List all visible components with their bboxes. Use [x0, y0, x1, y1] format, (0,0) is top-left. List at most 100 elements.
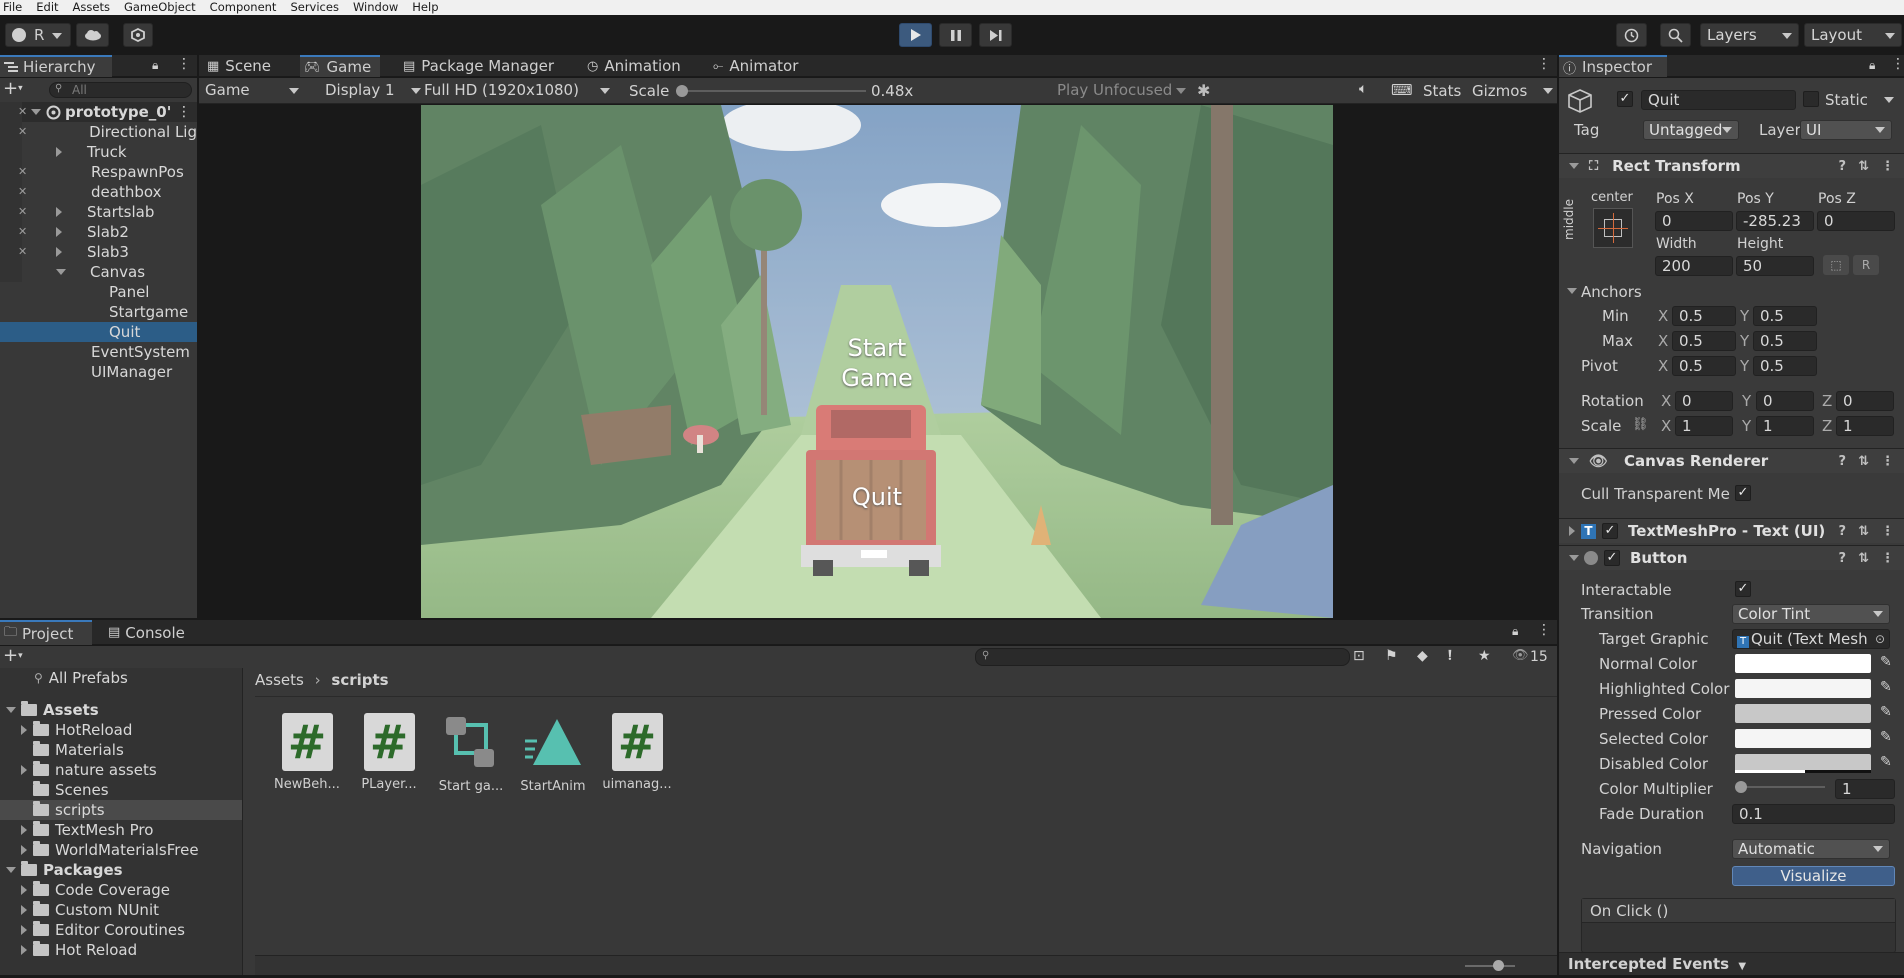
posy-input[interactable]: -285.23 — [1736, 211, 1814, 231]
create-asset-button[interactable]: +▾ — [3, 647, 23, 665]
tree-item-textmesh-pro[interactable]: TextMesh Pro — [0, 820, 242, 840]
lock-icon[interactable]: 🔒︎ — [152, 58, 158, 73]
asset-player[interactable]: # PLayer... — [353, 713, 425, 792]
tree-item-worldmaterialsfree[interactable]: WorldMaterialsFree — [0, 840, 242, 860]
tab-inspector[interactable]: ⓘ Inspector — [1559, 55, 1667, 77]
scale-z-input[interactable]: 1 — [1836, 416, 1894, 436]
pivot-x-input[interactable]: 0.5 — [1672, 356, 1736, 376]
tab-game[interactable]: 🎮︎ Game — [300, 55, 380, 77]
keyboard-icon[interactable]: ⌨ — [1391, 81, 1413, 99]
pressed-color-swatch[interactable] — [1735, 704, 1871, 723]
blueprint-mode-button[interactable]: ⬚ — [1823, 255, 1849, 275]
hierarchy-item-deathbox[interactable]: deathbox — [0, 182, 197, 202]
help-icon[interactable]: ? — [1839, 454, 1847, 469]
anchor-min-y-input[interactable]: 0.5 — [1753, 306, 1817, 326]
visibility-icon[interactable]: ✕ — [18, 105, 27, 118]
eyedropper-icon[interactable]: ✎ — [1880, 654, 1892, 670]
visibility-icon[interactable]: ✕ — [18, 205, 27, 218]
play-focus-dropdown[interactable]: Play Unfocused — [1057, 81, 1188, 101]
tree-item-packages[interactable]: Packages — [0, 860, 242, 880]
scale-slider-thumb[interactable] — [676, 85, 688, 97]
tree-item-editor-coroutines[interactable]: Editor Coroutines — [0, 920, 242, 940]
visibility-icon[interactable]: ✕ — [18, 185, 27, 198]
width-input[interactable]: 200 — [1655, 256, 1733, 276]
lock-icon[interactable]: 🔒︎ — [1869, 58, 1875, 73]
constrain-proportions-icon[interactable]: ⛓ — [1632, 417, 1649, 432]
filter-icon[interactable]: ⚑ — [1385, 648, 1398, 664]
mute-audio-icon[interactable]: 🔈︎ — [1359, 81, 1367, 97]
anchor-min-x-input[interactable]: 0.5 — [1672, 306, 1736, 326]
preset-icon[interactable]: ⇅ — [1858, 159, 1869, 174]
tab-console[interactable]: ▤ Console — [104, 620, 196, 645]
preset-icon[interactable]: ⇅ — [1858, 454, 1869, 469]
kebab-menu-icon[interactable]: ⋮ — [1881, 159, 1894, 174]
tab-package-manager[interactable]: ▤ Package Manager — [399, 55, 561, 77]
scale-slider[interactable] — [676, 85, 866, 97]
history-button[interactable] — [1616, 23, 1647, 47]
tab-project[interactable]: 🗀︎ Project — [0, 620, 92, 645]
eyedropper-icon[interactable]: ✎ — [1880, 704, 1892, 720]
intercepted-events-bar[interactable]: Intercepted Events ▼ — [1559, 952, 1904, 975]
navigation-dropdown[interactable]: Automatic — [1732, 839, 1890, 859]
search-button[interactable] — [1660, 23, 1691, 47]
highlighted-color-swatch[interactable] — [1735, 679, 1871, 698]
chevron-down-icon[interactable] — [1543, 88, 1553, 94]
anchor-preset-button[interactable] — [1593, 208, 1633, 248]
preset-icon[interactable]: ⇅ — [1858, 551, 1869, 566]
normal-color-swatch[interactable] — [1735, 654, 1871, 673]
hierarchy-item-slab3[interactable]: Slab3 — [0, 242, 197, 262]
menu-services[interactable]: Services — [290, 0, 339, 15]
eye-icon[interactable]: 👁︎ — [1512, 648, 1529, 663]
layer-dropdown[interactable]: UI — [1800, 120, 1892, 140]
hierarchy-search-input[interactable]: ⚲ All — [49, 82, 192, 98]
interactable-checkbox[interactable]: ✓ — [1735, 581, 1751, 597]
play-button[interactable] — [899, 23, 932, 47]
lock-icon[interactable]: 🔒︎ — [1512, 624, 1518, 639]
collab-button[interactable] — [123, 23, 153, 47]
search-by-type-icon[interactable]: ⊡ — [1353, 648, 1365, 664]
slider-thumb[interactable] — [1735, 781, 1747, 793]
tree-item-scenes[interactable]: Scenes — [0, 780, 242, 800]
menu-file[interactable]: File — [3, 0, 22, 15]
visibility-icon[interactable]: ✕ — [18, 245, 27, 258]
hierarchy-scene-row[interactable]: prototype_0' ⋮ — [0, 102, 197, 122]
kebab-menu-icon[interactable]: ⋮ — [1881, 524, 1894, 539]
onclick-header[interactable]: On Click () — [1582, 899, 1895, 923]
resolution-dropdown[interactable]: Full HD (1920x1080) — [424, 81, 616, 101]
kebab-menu-icon[interactable]: ⋮ — [1537, 56, 1551, 72]
tree-item-custom-nunit[interactable]: Custom NUnit — [0, 900, 242, 920]
menu-gameobject[interactable]: GameObject — [124, 0, 196, 15]
button-enabled-checkbox[interactable]: ✓ — [1604, 550, 1620, 566]
icon-size-slider[interactable] — [1465, 965, 1515, 967]
layers-dropdown[interactable]: Layers — [1700, 23, 1799, 47]
static-checkbox[interactable] — [1803, 91, 1819, 107]
star-icon[interactable]: ★ — [1478, 648, 1491, 664]
breadcrumb-scripts[interactable]: scripts — [331, 671, 388, 689]
anchors-expand-icon[interactable] — [1567, 288, 1577, 294]
game-mode-dropdown[interactable]: Game — [205, 81, 305, 101]
bug-icon[interactable]: ✱ — [1197, 81, 1210, 100]
tree-scrollbar[interactable] — [242, 708, 243, 848]
object-name-input[interactable]: Quit — [1641, 90, 1796, 110]
cloud-button[interactable] — [76, 23, 109, 47]
cull-transparent-checkbox[interactable]: ✓ — [1735, 485, 1751, 501]
tab-animation[interactable]: ◷ Animation — [583, 55, 691, 77]
hierarchy-item-startgame[interactable]: Startgame — [0, 302, 197, 322]
posx-input[interactable]: 0 — [1655, 211, 1733, 231]
target-graphic-field[interactable]: T Quit (Text Mesh ⊙ — [1732, 629, 1890, 649]
height-input[interactable]: 50 — [1736, 256, 1814, 276]
chevron-down-icon[interactable] — [1884, 97, 1894, 103]
tree-item-all-prefabs[interactable]: ⚲ All Prefabs — [0, 668, 242, 688]
tree-item-materials[interactable]: Materials — [0, 740, 242, 760]
menu-help[interactable]: Help — [412, 0, 438, 15]
asset-uimanager[interactable]: # uimanag... — [601, 713, 673, 792]
button-component-header[interactable]: ✓ Button ? ⇅ ⋮ — [1559, 545, 1904, 570]
visibility-icon[interactable]: ✕ — [18, 165, 27, 178]
start-game-text[interactable]: Start Game — [821, 333, 933, 393]
menu-edit[interactable]: Edit — [36, 0, 58, 15]
tab-scene[interactable]: ▦ Scene — [203, 55, 287, 77]
asset-startanim[interactable]: StartAnim — [517, 713, 589, 794]
anchor-max-y-input[interactable]: 0.5 — [1753, 331, 1817, 351]
menu-assets[interactable]: Assets — [73, 0, 110, 15]
layout-dropdown[interactable]: Layout — [1804, 23, 1902, 47]
